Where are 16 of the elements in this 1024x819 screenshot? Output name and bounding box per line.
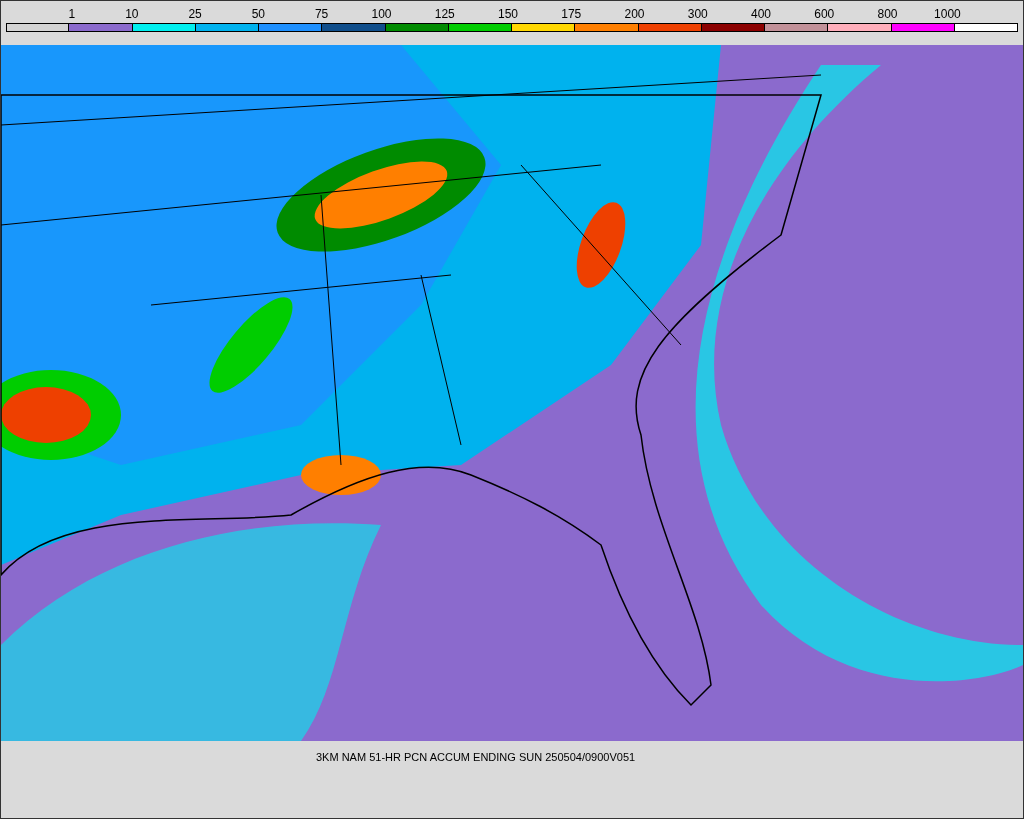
legend-label: 10 [125,7,139,21]
legend-label: 400 [750,7,771,21]
legend-label: 50 [251,7,265,21]
legend-label: 800 [877,7,898,21]
legend-label: 150 [497,7,518,21]
legend-label: 1 [68,7,76,21]
legend-label: 200 [624,7,645,21]
map-caption: 3KM NAM 51-HR PCN ACCUM ENDING SUN 250504/0900V051 [316,750,636,765]
legend-label: 75 [314,7,329,21]
legend-label: 1000 [934,7,961,21]
legend-label: 175 [561,7,582,21]
legend-label: 300 [687,7,708,21]
legend-label: 600 [814,7,835,21]
legend-label: 25 [188,7,202,21]
legend-label: 125 [434,7,455,21]
legend-label: 100 [371,7,392,21]
